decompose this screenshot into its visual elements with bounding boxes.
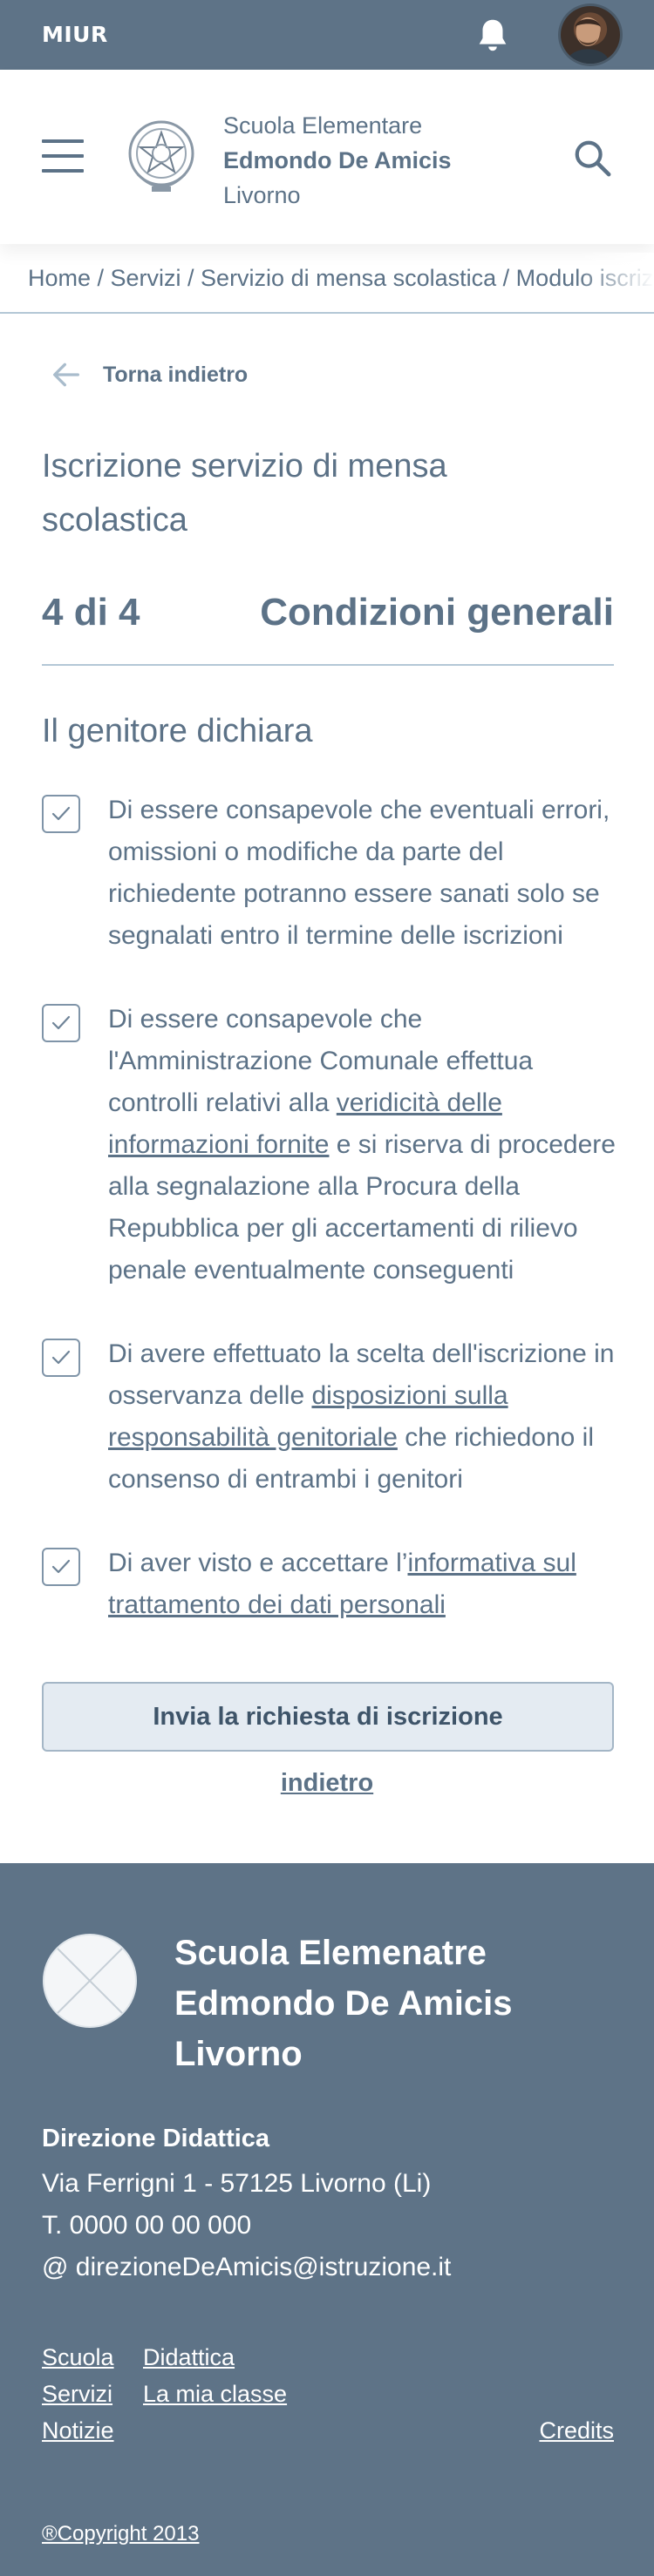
- footer-link-credits[interactable]: Credits: [539, 2417, 614, 2444]
- check-icon: [51, 1350, 71, 1365]
- footer-link-didattica[interactable]: Didattica: [143, 2344, 235, 2371]
- footer-address: Via Ferrigni 1 - 57125 Livorno (Li): [42, 2169, 432, 2198]
- declaration-text: Di essere consapevole che l'Amministrazi…: [108, 999, 623, 1291]
- school-title: Edmondo De Amicis: [223, 147, 452, 173]
- footer-direction-title: Direzione Didattica: [42, 2125, 270, 2152]
- school-logo-placeholder[interactable]: [42, 1933, 138, 2029]
- footer-name-line: Scuola Elemenatre: [174, 1934, 487, 1972]
- back-text-link[interactable]: indietro: [0, 1769, 654, 1798]
- breadcrumb: Home / Servizi / Servizio di mensa scola…: [0, 253, 654, 314]
- footer-link-la-mia-classe[interactable]: La mia classe: [143, 2381, 287, 2408]
- submit-button[interactable]: Invia la richiesta di iscrizione: [42, 1682, 614, 1752]
- declaration-text: Di avere effettuato la scelta dell'iscri…: [108, 1333, 623, 1501]
- back-link-label: Torna indietro: [103, 362, 249, 387]
- declaration-text-part: Di aver visto e accettare l’: [108, 1549, 408, 1577]
- footer-copyright[interactable]: ®Copyright 2013: [42, 2522, 199, 2546]
- declaration-text-part: Di essere consapevole che eventuali erro…: [108, 796, 610, 950]
- declaration-checkbox[interactable]: [42, 1339, 80, 1377]
- school-name[interactable]: Scuola Elementare Edmondo De Amicis Livo…: [223, 108, 452, 213]
- arrow-left-icon: [53, 363, 80, 387]
- footer-name-line: Livorno: [174, 2035, 303, 2073]
- declaration-checkbox[interactable]: [42, 1548, 80, 1586]
- italian-republic-emblem[interactable]: [126, 113, 197, 199]
- section-title: Il genitore dichiara: [42, 713, 313, 749]
- footer-links: Scuola Didattica Servizi La mia classe N…: [42, 2344, 614, 2466]
- breadcrumb-fade: [576, 253, 654, 312]
- footer-link-servizi[interactable]: Servizi: [42, 2381, 112, 2408]
- check-icon: [51, 1015, 71, 1030]
- school-type: Scuola Elementare: [223, 112, 423, 139]
- declaration-checkbox[interactable]: [42, 1004, 80, 1042]
- step-title: Condizioni generali: [260, 591, 614, 634]
- school-city: Livorno: [223, 182, 301, 208]
- declaration-text: Di essere consapevole che eventuali erro…: [108, 790, 623, 957]
- step-indicator: 4 di 4 Condizioni generali: [42, 591, 614, 666]
- breadcrumb-trail[interactable]: Home / Servizi / Servizio di mensa scola…: [28, 265, 654, 292]
- footer-school-name[interactable]: Scuola Elemenatre Edmondo De Amicis Livo…: [174, 1928, 610, 2079]
- back-link[interactable]: Torna indietro: [49, 357, 248, 392]
- brand-label[interactable]: MIUR: [42, 22, 108, 47]
- declaration-checkbox[interactable]: [42, 795, 80, 833]
- footer-name-line: Edmondo De Amicis: [174, 1984, 513, 2023]
- declaration-text: Di aver visto e accettare l’informativa …: [108, 1542, 623, 1626]
- footer-link-scuola[interactable]: Scuola: [42, 2344, 114, 2371]
- footer-link-notizie[interactable]: Notizie: [42, 2417, 114, 2444]
- bell-icon[interactable]: [473, 16, 513, 56]
- top-bar: MIUR: [0, 0, 654, 70]
- site-header: Scuola Elementare Edmondo De Amicis Livo…: [0, 70, 654, 244]
- page-title: Iscrizione servizio di mensa scolastica: [42, 448, 447, 539]
- footer-phone: T. 0000 00 00 000: [42, 2211, 252, 2240]
- check-icon: [51, 1559, 71, 1574]
- step-count: 4 di 4: [42, 591, 140, 634]
- site-footer: Scuola Elemenatre Edmondo De Amicis Livo…: [0, 1863, 654, 2576]
- footer-contacts: Via Ferrigni 1 - 57125 Livorno (Li) T. 0…: [42, 2163, 451, 2288]
- hamburger-menu-icon[interactable]: [42, 139, 84, 173]
- search-icon[interactable]: [572, 138, 612, 178]
- check-icon: [51, 806, 71, 821]
- footer-email[interactable]: @ direzioneDeAmicis@istruzione.it: [42, 2247, 451, 2288]
- avatar[interactable]: [558, 3, 623, 66]
